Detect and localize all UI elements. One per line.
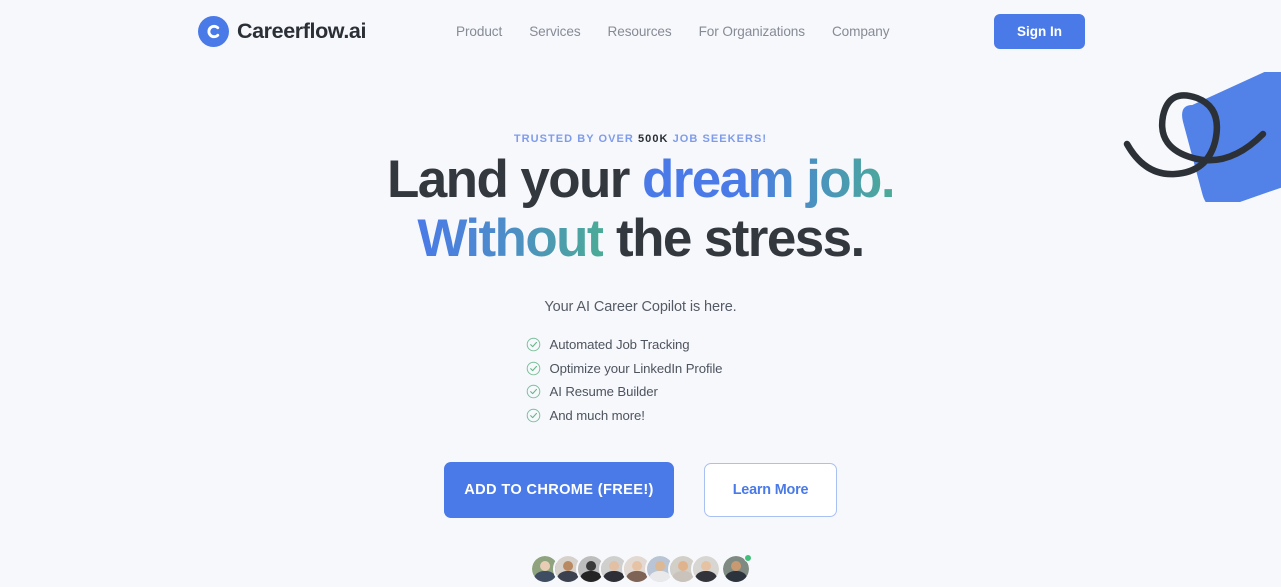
brand-name: Careerflow.ai: [237, 19, 367, 43]
list-item: And much more!: [526, 404, 756, 428]
hero-section: TRUSTED BY OVER 500K JOB SEEKERS! Land y…: [0, 63, 1281, 587]
headline-gradient-2: Without: [417, 209, 604, 268]
page-title: Land your dream job. Without the stress.: [0, 153, 1281, 265]
letter-c-glyph: [207, 24, 220, 39]
check-circle-icon: [526, 361, 540, 376]
feature-label: Optimize your LinkedIn Profile: [549, 360, 723, 376]
cta-row: ADD TO CHROME (FREE!) Learn More: [0, 462, 1281, 518]
eyebrow-suffix: JOB SEEKERS!: [668, 133, 768, 145]
feature-label: Automated Job Tracking: [549, 337, 690, 353]
avatar: [691, 554, 721, 584]
feature-label: And much more!: [549, 407, 645, 423]
learn-more-button[interactable]: Learn More: [704, 463, 837, 517]
sign-in-button[interactable]: Sign In: [994, 14, 1085, 49]
brand-logo[interactable]: Careerflow.ai: [198, 16, 366, 47]
feature-label: AI Resume Builder: [549, 384, 658, 400]
check-circle-icon: [526, 408, 540, 423]
nav-item-product[interactable]: Product: [456, 24, 502, 39]
headline-line-1: Land your dream job.: [0, 153, 1281, 206]
avatar-with-badge: [721, 554, 752, 584]
nav-item-services[interactable]: Services: [529, 24, 580, 39]
add-to-chrome-button[interactable]: ADD TO CHROME (FREE!): [444, 462, 674, 518]
check-circle-icon: [526, 337, 540, 352]
check-circle-icon: [526, 384, 540, 399]
feature-list: Automated Job Tracking Optimize your Lin…: [526, 333, 756, 427]
top-navigation-bar: Careerflow.ai Product Services Resources…: [0, 0, 1281, 63]
list-item: AI Resume Builder: [526, 380, 756, 404]
eyebrow-count: 500K: [638, 133, 669, 145]
eyebrow-prefix: TRUSTED BY OVER: [513, 133, 639, 145]
nav-links: Product Services Resources For Organizat…: [456, 24, 889, 39]
list-item: Automated Job Tracking: [526, 333, 756, 357]
list-item: Optimize your LinkedIn Profile: [526, 357, 756, 381]
nav-item-company[interactable]: Company: [832, 24, 890, 39]
headline-line-2: Without the stress.: [0, 212, 1281, 265]
careerflow-c-logo-icon: [198, 16, 229, 47]
hero-subtitle: Your AI Career Copilot is here.: [544, 299, 737, 315]
trusted-by-eyebrow: TRUSTED BY OVER 500K JOB SEEKERS!: [0, 133, 1281, 145]
nav-item-resources[interactable]: Resources: [608, 24, 672, 39]
nav-item-for-organizations[interactable]: For Organizations: [699, 24, 805, 39]
headline-gradient-1: dream job.: [641, 150, 896, 209]
headline-dark-2: the stress.: [602, 209, 865, 268]
user-avatar-group: [0, 554, 1281, 584]
headline-dark-1: Land your: [387, 150, 642, 209]
online-status-badge-icon: [744, 554, 752, 562]
